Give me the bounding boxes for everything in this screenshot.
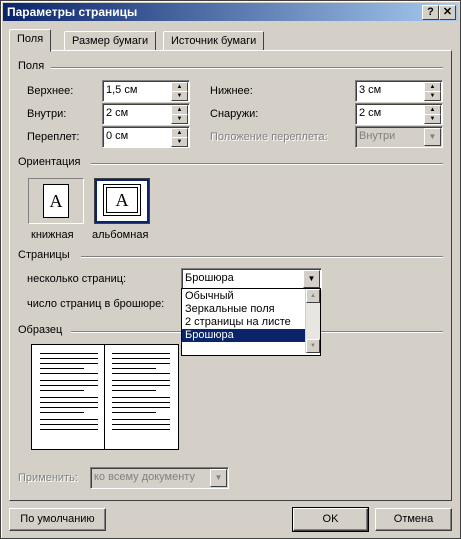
- outside-margin-spinner[interactable]: 2 см ▲ ▼: [355, 103, 443, 125]
- preview-text-line: [40, 390, 84, 391]
- preview-text-line: [112, 412, 156, 413]
- landscape-option[interactable]: A: [94, 178, 150, 224]
- scroll-down-icon[interactable]: ▼: [306, 339, 320, 353]
- preview-text-line: [40, 424, 98, 425]
- preview-text-line: [40, 358, 98, 359]
- preview-image: [31, 344, 179, 450]
- gutter-label: Переплет:: [27, 131, 80, 143]
- bottom-margin-value: 3 см: [359, 84, 382, 96]
- scroll-up-icon[interactable]: ▲: [306, 289, 320, 303]
- dropdown-scrollbar[interactable]: ▲ ▼: [305, 289, 320, 353]
- orientation-divider: [91, 163, 443, 165]
- option-normal[interactable]: Обычный: [182, 290, 308, 303]
- preview-text-line: [112, 373, 170, 374]
- preview-section-label: Образец: [18, 324, 63, 336]
- tab-paper-source[interactable]: Источник бумаги: [163, 31, 265, 51]
- preview-text-line: [112, 424, 170, 425]
- inside-margin-value: 2 см: [106, 107, 129, 119]
- preview-text-line: [40, 412, 84, 413]
- preview-text-line: [112, 380, 170, 381]
- booklet-pages-label: число страниц в брошюре:: [27, 298, 165, 310]
- dropdown-arrow-icon[interactable]: ▼: [424, 128, 441, 146]
- margins-divider: [51, 67, 443, 69]
- help-icon[interactable]: ?: [422, 5, 439, 20]
- pages-section-label: Страницы: [18, 249, 70, 261]
- outside-margin-value: 2 см: [359, 107, 382, 119]
- outside-margin-label: Снаружи:: [210, 108, 259, 120]
- preview-text-line: [112, 368, 156, 369]
- gutter-value: 0 см: [106, 130, 129, 142]
- dropdown-arrow-icon[interactable]: ▼: [210, 469, 227, 487]
- window-title: Параметры страницы: [7, 5, 138, 19]
- option-booklet[interactable]: Брошюра: [182, 329, 308, 342]
- preview-text-line: [112, 358, 170, 359]
- landscape-page-icon: A: [103, 184, 141, 216]
- gutter-position-label: Положение переплета:: [210, 131, 328, 143]
- portrait-option[interactable]: A: [28, 178, 84, 224]
- preview-text-line: [40, 385, 98, 386]
- spin-down-icon[interactable]: ▼: [171, 137, 188, 147]
- ok-button[interactable]: OK: [292, 507, 369, 532]
- spin-down-icon[interactable]: ▼: [424, 114, 441, 124]
- preview-text-line: [112, 429, 170, 430]
- title-bar: Параметры страницы ? ✕: [3, 3, 458, 21]
- dropdown-arrow-icon[interactable]: ▼: [303, 270, 320, 288]
- preview-text-line: [40, 397, 98, 398]
- preview-text-line: [112, 397, 170, 398]
- inside-margin-label: Внутри:: [27, 108, 67, 120]
- orientation-section-label: Ориентация: [18, 156, 81, 168]
- preview-text-line: [40, 363, 98, 364]
- spin-down-icon[interactable]: ▼: [171, 114, 188, 124]
- option-mirror-margins[interactable]: Зеркальные поля: [182, 303, 308, 316]
- preview-text-line: [40, 353, 98, 354]
- preview-text-line: [40, 419, 98, 420]
- portrait-page-icon: A: [43, 184, 69, 218]
- inside-margin-spinner[interactable]: 2 см ▲ ▼: [102, 103, 190, 125]
- gutter-position-select[interactable]: Внутри ▼: [355, 126, 443, 148]
- preview-text-line: [112, 385, 170, 386]
- preview-text-line: [112, 353, 170, 354]
- preview-text-line: [112, 390, 156, 391]
- apply-value: ко всему документу: [94, 471, 195, 483]
- tab-paper-size[interactable]: Размер бумаги: [64, 31, 157, 51]
- cancel-button[interactable]: Отмена: [375, 508, 452, 531]
- landscape-label: альбомная: [92, 229, 149, 241]
- apply-select[interactable]: ко всему документу ▼: [90, 467, 229, 489]
- bottom-margin-label: Нижнее:: [210, 85, 253, 97]
- pages-divider: [81, 256, 443, 258]
- preview-fold-line: [104, 345, 105, 449]
- preview-text-line: [40, 380, 98, 381]
- bottom-margin-spinner[interactable]: 3 см ▲ ▼: [355, 80, 443, 102]
- preview-text-line: [40, 407, 98, 408]
- top-margin-label: Верхнее:: [27, 85, 74, 97]
- preview-text-line: [112, 402, 170, 403]
- preview-text-line: [40, 368, 84, 369]
- option-two-pages-per-sheet[interactable]: 2 страницы на листе: [182, 316, 308, 329]
- portrait-label: книжная: [31, 229, 74, 241]
- spin-down-icon[interactable]: ▼: [424, 91, 441, 101]
- gutter-position-value: Внутри: [359, 130, 396, 142]
- preview-text-line: [112, 407, 170, 408]
- multiple-pages-select[interactable]: Брошюра ▼: [181, 268, 322, 290]
- preview-text-line: [40, 429, 98, 430]
- multiple-pages-dropdown-list: Обычный Зеркальные поля 2 страницы на ли…: [181, 288, 321, 356]
- apply-label: Применить:: [18, 472, 78, 484]
- close-icon[interactable]: ✕: [439, 5, 456, 20]
- top-margin-value: 1,5 см: [106, 84, 138, 96]
- top-margin-spinner[interactable]: 1,5 см ▲ ▼: [102, 80, 190, 102]
- page-setup-dialog: Параметры страницы ? ✕ Поля Размер бумаг…: [0, 0, 461, 539]
- preview-text-line: [112, 363, 170, 364]
- default-button[interactable]: По умолчанию: [9, 508, 106, 531]
- tab-margins[interactable]: Поля: [9, 29, 52, 52]
- preview-text-line: [40, 402, 98, 403]
- spin-down-icon[interactable]: ▼: [171, 91, 188, 101]
- multiple-pages-value: Брошюра: [185, 272, 234, 284]
- multiple-pages-label: несколько страниц:: [27, 273, 127, 285]
- preview-text-line: [112, 419, 170, 420]
- margins-section-label: Поля: [18, 60, 45, 72]
- gutter-spinner[interactable]: 0 см ▲ ▼: [102, 126, 190, 148]
- preview-text-line: [40, 373, 98, 374]
